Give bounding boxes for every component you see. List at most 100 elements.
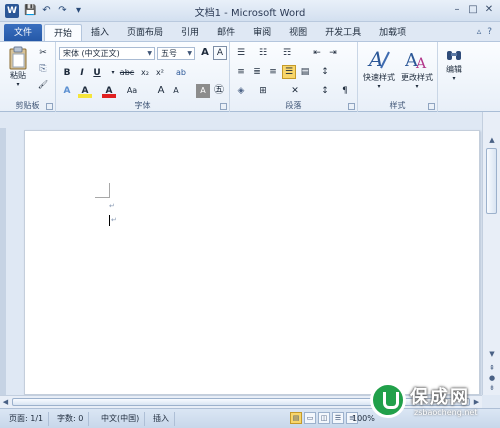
borders-icon[interactable]: ⊞ — [256, 84, 270, 98]
chinese-layout-icon[interactable]: ✕ — [288, 84, 302, 98]
insert-mode-indicator[interactable]: 插入 — [148, 412, 175, 426]
change-styles-label: 更改样式 — [401, 73, 433, 82]
tab-home[interactable]: 开始 — [44, 24, 83, 42]
line-spacing-icon[interactable]: ↕ — [318, 65, 332, 79]
grow-font-icon[interactable]: A — [198, 46, 212, 60]
tab-insert[interactable]: 插入 — [82, 24, 118, 42]
clipboard-group: 粘贴 ▾ ✂ ⎘ 🖌 剪贴板 — [0, 42, 56, 112]
shrink-font-button[interactable]: A — [169, 84, 183, 98]
change-case-icon[interactable]: Aa — [122, 84, 142, 98]
font-size-combo[interactable]: 五号 ▼ — [157, 47, 195, 60]
italic-button[interactable]: I — [75, 66, 89, 80]
decrease-indent-icon[interactable]: ⇤ — [310, 46, 324, 60]
title-bar: W 💾 ↶ ↷ ▾ 文档1 - Microsoft Word – □ ✕ — [0, 0, 500, 22]
site-watermark: 保成网 zsbaocheng.net — [370, 380, 498, 426]
distributed-icon[interactable]: ▤ — [298, 65, 312, 79]
view-buttons: ▤ ▭ ◫ ☰ ≡ — [290, 412, 358, 424]
watermark-title: 保成网 — [410, 387, 470, 408]
close-button[interactable]: ✕ — [482, 3, 496, 17]
cut-icon[interactable]: ✂ — [36, 46, 50, 60]
web-layout-icon[interactable]: ◫ — [318, 412, 330, 424]
shading-icon[interactable]: ◈ — [234, 84, 248, 98]
quick-styles-icon: A — [367, 47, 390, 71]
align-center-icon[interactable]: ≣ — [250, 65, 264, 79]
font-group: 宋体 (中文正文) ▼ 五号 ▼ A A B I U ▾ abc x₂ x² a… — [56, 42, 230, 112]
align-left-icon[interactable]: ≡ — [234, 65, 248, 79]
styles-launcher-icon[interactable] — [428, 103, 435, 110]
text-cursor — [109, 215, 110, 226]
chevron-down-icon: ▾ — [452, 75, 456, 82]
minimize-button[interactable]: – — [450, 3, 464, 17]
underline-button[interactable]: U — [90, 66, 104, 80]
highlight-icon[interactable]: A — [78, 84, 92, 98]
text-effects-icon[interactable]: A — [60, 84, 74, 98]
document-page[interactable]: ↵ ↵ — [24, 130, 480, 395]
font-name-combo[interactable]: 宋体 (中文正文) ▼ — [59, 47, 155, 60]
tab-addins[interactable]: 加载项 — [370, 24, 415, 42]
copy-icon[interactable]: ⎘ — [36, 62, 50, 76]
sort-icon[interactable]: ↕ — [318, 84, 332, 98]
paragraph-launcher-icon[interactable] — [348, 103, 355, 110]
bold-button[interactable]: B — [60, 66, 74, 80]
tab-page-layout[interactable]: 页面布局 — [118, 24, 172, 42]
format-painter-icon[interactable]: 🖌 — [36, 78, 50, 92]
binoculars-icon — [447, 51, 461, 60]
numbering-icon[interactable]: ☷ — [256, 46, 270, 60]
minimize-ribbon-icon[interactable]: ▵ — [477, 27, 482, 37]
change-styles-icon: A A — [405, 50, 427, 72]
justify-icon[interactable]: ☰ — [282, 65, 296, 79]
tab-right-controls: ▵ ? — [477, 27, 492, 37]
font-launcher-icon[interactable] — [220, 103, 227, 110]
chevron-down-icon: ▼ — [147, 50, 152, 57]
superscript-button[interactable]: x² — [153, 66, 167, 80]
tab-references[interactable]: 引用 — [172, 24, 208, 42]
change-styles-button[interactable]: A A 更改样式 ▾ — [398, 46, 436, 90]
ribbon-tab-row: 文件 开始 插入 页面布局 引用 邮件 审阅 视图 开发工具 加载项 ▵ ? — [0, 22, 500, 42]
scroll-left-icon[interactable]: ◀ — [0, 396, 11, 408]
font-name-value: 宋体 (中文正文) — [63, 49, 120, 58]
tab-file[interactable]: 文件 — [4, 24, 42, 42]
tab-mailings[interactable]: 邮件 — [208, 24, 244, 42]
ribbon-tabs: 开始 插入 页面布局 引用 邮件 审阅 视图 开发工具 加载项 — [44, 24, 415, 42]
scroll-up-icon[interactable]: ▲ — [486, 134, 498, 146]
clear-format-icon[interactable]: A — [213, 46, 227, 60]
scroll-down-icon[interactable]: ▼ — [486, 348, 498, 360]
align-right-icon[interactable]: ≡ — [266, 65, 280, 79]
chevron-down-icon: ▾ — [415, 83, 419, 90]
chevron-down-icon: ▼ — [187, 50, 192, 57]
grow-font-button[interactable]: A — [154, 84, 168, 98]
character-shading-icon[interactable]: A — [196, 84, 210, 98]
show-marks-icon[interactable]: ¶ — [338, 84, 352, 98]
page-count[interactable]: 页面: 1/1 — [4, 412, 50, 426]
language-indicator[interactable]: 中文(中国) — [96, 412, 146, 426]
full-screen-reading-icon[interactable]: ▭ — [304, 412, 316, 424]
paragraph-group-label: 段落 — [285, 101, 302, 110]
tab-view[interactable]: 视图 — [280, 24, 316, 42]
styles-group-label: 样式 — [389, 101, 406, 110]
window-title: 文档1 - Microsoft Word — [194, 8, 306, 19]
help-icon[interactable]: ? — [487, 27, 492, 37]
multilevel-list-icon[interactable]: ☶ — [280, 46, 294, 60]
word-count[interactable]: 字数: 0 — [52, 412, 90, 426]
quick-styles-label: 快速样式 — [363, 73, 395, 82]
document-area: ↵ ↵ — [0, 128, 482, 395]
paste-dropdown-icon[interactable]: ▾ — [6, 81, 30, 88]
enclose-characters-icon[interactable]: ㊄ — [212, 84, 226, 98]
vertical-scroll-thumb[interactable] — [486, 148, 497, 214]
editing-button[interactable]: 编辑 ▾ — [440, 46, 468, 82]
phonetic-guide-icon[interactable]: ab — [174, 66, 188, 80]
strikethrough-button[interactable]: abc — [118, 66, 136, 80]
clipboard-launcher-icon[interactable] — [46, 103, 53, 110]
paste-button[interactable]: 粘贴 ▾ — [6, 46, 30, 88]
print-layout-icon[interactable]: ▤ — [290, 412, 302, 424]
bullets-icon[interactable]: ☰ — [234, 46, 248, 60]
tab-developer[interactable]: 开发工具 — [316, 24, 370, 42]
font-color-icon[interactable]: A — [102, 84, 116, 98]
outline-view-icon[interactable]: ☰ — [332, 412, 344, 424]
quick-styles-button[interactable]: A 快速样式 ▾ — [360, 46, 398, 90]
vertical-scrollbar[interactable]: ▲ ▼ ⇞ ● ⇟ — [482, 112, 500, 395]
increase-indent-icon[interactable]: ⇥ — [326, 46, 340, 60]
maximize-button[interactable]: □ — [466, 3, 480, 17]
subscript-button[interactable]: x₂ — [138, 66, 152, 80]
tab-review[interactable]: 审阅 — [244, 24, 280, 42]
